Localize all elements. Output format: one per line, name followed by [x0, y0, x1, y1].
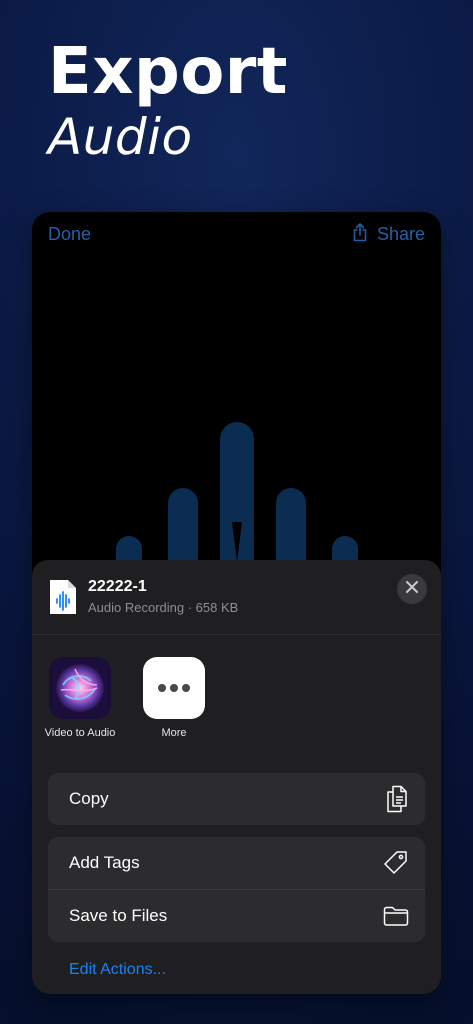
promo-title-line1: Export: [48, 35, 288, 109]
add-tags-label: Add Tags: [69, 853, 140, 872]
navigation-bar: Done Share: [32, 212, 441, 256]
copy-label: Copy: [69, 789, 109, 808]
edit-actions-link[interactable]: Edit Actions...: [69, 961, 166, 979]
share-sheet: 22222-1 Audio Recording · 658 KB Video t…: [32, 560, 441, 994]
file-actions-group: Add Tags Save to Files: [48, 837, 425, 942]
phone-screen: Done Share 22222-1 Audio Recording · 658…: [32, 212, 441, 994]
add-tags-action[interactable]: Add Tags: [48, 837, 425, 889]
copy-action-group: Copy: [48, 773, 425, 825]
promo-title-line2: Audio: [48, 108, 193, 166]
app-more[interactable]: More: [131, 657, 217, 739]
audio-waveform: [32, 412, 441, 612]
video-to-audio-app-icon: [49, 657, 111, 719]
more-icon: [143, 657, 205, 719]
close-icon: [406, 580, 418, 598]
promo-title: Export Audio: [48, 40, 288, 162]
done-button[interactable]: Done: [48, 224, 91, 245]
app-video-to-audio[interactable]: Video to Audio: [37, 657, 123, 739]
file-name: 22222-1: [88, 578, 147, 595]
audio-file-icon: [48, 578, 78, 616]
close-button[interactable]: [397, 574, 427, 604]
share-icon: [351, 222, 369, 247]
copy-action[interactable]: Copy: [48, 773, 425, 825]
save-to-files-label: Save to Files: [69, 906, 168, 925]
file-meta: Audio Recording · 658 KB: [88, 600, 239, 615]
save-to-files-action[interactable]: Save to Files: [48, 889, 425, 942]
share-button[interactable]: Share: [351, 222, 425, 247]
app-label: Video to Audio: [44, 727, 116, 739]
file-header: 22222-1 Audio Recording · 658 KB: [32, 560, 441, 635]
app-label: More: [161, 727, 187, 739]
share-apps-row: Video to Audio More: [32, 635, 441, 759]
share-label: Share: [376, 224, 425, 244]
